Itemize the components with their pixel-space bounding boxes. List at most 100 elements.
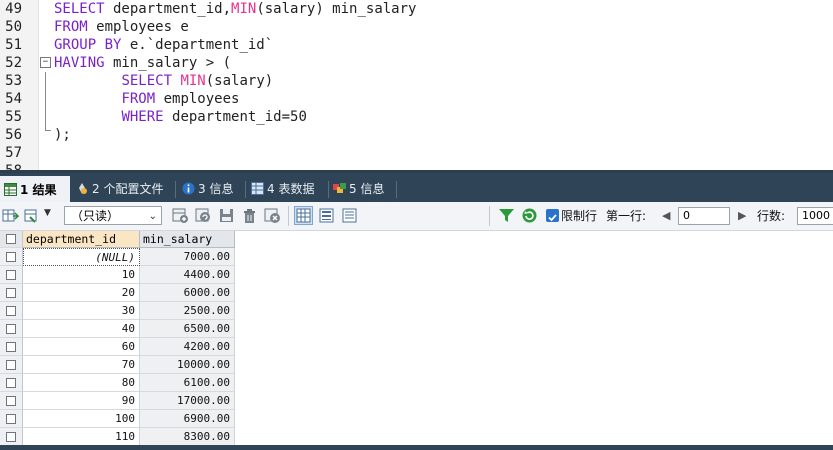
cell-department-id[interactable]: 30 — [23, 302, 140, 320]
row-selector[interactable] — [0, 284, 23, 302]
row-checkbox[interactable] — [6, 288, 16, 298]
copy-row-icon[interactable] — [195, 207, 212, 224]
select-all-cell[interactable] — [0, 231, 23, 248]
sql-keyword: GROUP BY — [54, 37, 122, 53]
chevron-down-icon[interactable]: ▼ — [44, 208, 51, 218]
row-checkbox[interactable] — [6, 252, 16, 262]
save-icon[interactable] — [218, 207, 235, 224]
cell-department-id[interactable]: (NULL) — [23, 248, 140, 266]
text-view-icon[interactable] — [341, 207, 358, 224]
table-data-icon — [251, 182, 264, 195]
cell-min-salary[interactable]: 6000.00 — [140, 284, 235, 302]
cell-min-salary[interactable]: 6100.00 — [140, 374, 235, 392]
code-line[interactable]: 50 FROM employees e — [0, 18, 833, 36]
code-line[interactable]: 57 — [0, 144, 833, 162]
cell-min-salary[interactable]: 6900.00 — [140, 410, 235, 428]
grid-import-icon[interactable] — [24, 207, 41, 224]
cell-min-salary[interactable]: 2500.00 — [140, 302, 235, 320]
result-grid[interactable]: department_id min_salary (NULL) 7000.00 10… — [0, 231, 833, 450]
cell-min-salary[interactable]: 4200.00 — [140, 338, 235, 356]
row-checkbox[interactable] — [6, 324, 16, 334]
row-checkbox[interactable] — [6, 270, 16, 280]
tab-profiles[interactable]: 2 个配置文件 — [76, 177, 172, 202]
cell-department-id[interactable]: 80 — [23, 374, 140, 392]
fold-toggle-icon[interactable]: − — [40, 57, 51, 68]
row-selector[interactable] — [0, 374, 23, 392]
refresh-icon[interactable] — [521, 207, 538, 224]
sql-text: employees e — [87, 19, 189, 35]
tab-info-2[interactable]: 5 信息 — [333, 177, 395, 202]
sql-text: e.`department_id` — [121, 37, 274, 53]
code-line[interactable]: 56); — [0, 126, 833, 144]
row-selector[interactable] — [0, 410, 23, 428]
tab-results[interactable]: 1 结果 — [0, 176, 70, 204]
row-selector[interactable] — [0, 248, 23, 266]
cancel-changes-icon[interactable] — [264, 207, 281, 224]
cell-department-id[interactable]: 70 — [23, 356, 140, 374]
grid-export-icon[interactable] — [2, 207, 19, 224]
code-line[interactable]: 53 SELECT MIN(salary) — [0, 72, 833, 90]
form-view-icon[interactable] — [318, 207, 335, 224]
tab-table-data[interactable]: 4 表数据 — [251, 177, 327, 202]
limit-rows-checkbox[interactable] — [546, 209, 559, 222]
row-checkbox[interactable] — [6, 306, 16, 316]
row-checkbox[interactable] — [6, 378, 16, 388]
result-mode-value: （只读） — [71, 209, 120, 223]
grid-view-icon[interactable] — [294, 206, 313, 225]
row-selector[interactable] — [0, 428, 23, 446]
code-line[interactable]: 55 WHERE department_id=50 — [0, 108, 833, 126]
row-selector[interactable] — [0, 302, 23, 320]
column-header-min-salary[interactable]: min_salary — [140, 231, 235, 248]
cell-min-salary[interactable]: 10000.00 — [140, 356, 235, 374]
sql-editor[interactable]: 49 SELECT department_id,MIN(salary) min_s… — [0, 0, 833, 170]
code-line[interactable]: 51 GROUP BY e.`department_id` — [0, 36, 833, 54]
cell-department-id[interactable]: 40 — [23, 320, 140, 338]
row-count-label: 行数: — [757, 209, 786, 223]
first-row-input[interactable] — [678, 207, 730, 225]
row-selector[interactable] — [0, 266, 23, 284]
code-line[interactable]: 49 SELECT department_id,MIN(salary) min_s… — [0, 0, 833, 18]
cell-department-id[interactable]: 60 — [23, 338, 140, 356]
row-selector[interactable] — [0, 392, 23, 410]
row-checkbox[interactable] — [6, 432, 16, 442]
sql-keyword: SELECT — [54, 1, 105, 17]
cell-department-id[interactable]: 10 — [23, 266, 140, 284]
cell-department-id[interactable]: 100 — [23, 410, 140, 428]
check-icon — [548, 214, 557, 222]
delete-icon[interactable] — [241, 207, 258, 224]
cell-min-salary[interactable]: 4400.00 — [140, 266, 235, 284]
select-all-checkbox[interactable] — [6, 234, 16, 244]
row-selector[interactable] — [0, 320, 23, 338]
code-line[interactable]: 54 FROM employees — [0, 90, 833, 108]
column-header-department-id[interactable]: department_id — [23, 231, 140, 248]
row-selector[interactable] — [0, 338, 23, 356]
cell-min-salary[interactable]: 6500.00 — [140, 320, 235, 338]
cell-department-id[interactable]: 90 — [23, 392, 140, 410]
cell-department-id[interactable]: 110 — [23, 428, 140, 446]
next-page-icon[interactable]: ▶ — [738, 209, 746, 222]
result-mode-select[interactable]: （只读） ⌄ — [64, 206, 162, 225]
line-number: 50 — [5, 19, 22, 35]
code-line[interactable]: 58 — [0, 162, 833, 170]
filter-icon[interactable] — [498, 207, 515, 224]
cell-min-salary[interactable]: 8300.00 — [140, 428, 235, 446]
fold-guide — [45, 72, 46, 130]
previous-page-icon[interactable]: ◀ — [662, 209, 670, 222]
code-line[interactable]: 52 HAVING min_salary > (− — [0, 54, 833, 72]
row-checkbox[interactable] — [6, 360, 16, 370]
tab-table-data-label: 4 表数据 — [267, 182, 315, 196]
row-checkbox[interactable] — [6, 342, 16, 352]
cell-department-id[interactable]: 20 — [23, 284, 140, 302]
tab-separator — [396, 181, 397, 198]
insert-row-icon[interactable] — [172, 207, 189, 224]
code-text: FROM employees — [54, 90, 239, 108]
tab-info[interactable]: 3 信息 — [182, 177, 244, 202]
row-selector[interactable] — [0, 356, 23, 374]
row-checkbox[interactable] — [6, 414, 16, 424]
row-checkbox[interactable] — [6, 396, 16, 406]
row-count-input[interactable] — [797, 207, 833, 225]
sql-keyword: FROM — [121, 91, 156, 107]
cell-min-salary[interactable]: 17000.00 — [140, 392, 235, 410]
cell-min-salary[interactable]: 7000.00 — [140, 248, 235, 266]
